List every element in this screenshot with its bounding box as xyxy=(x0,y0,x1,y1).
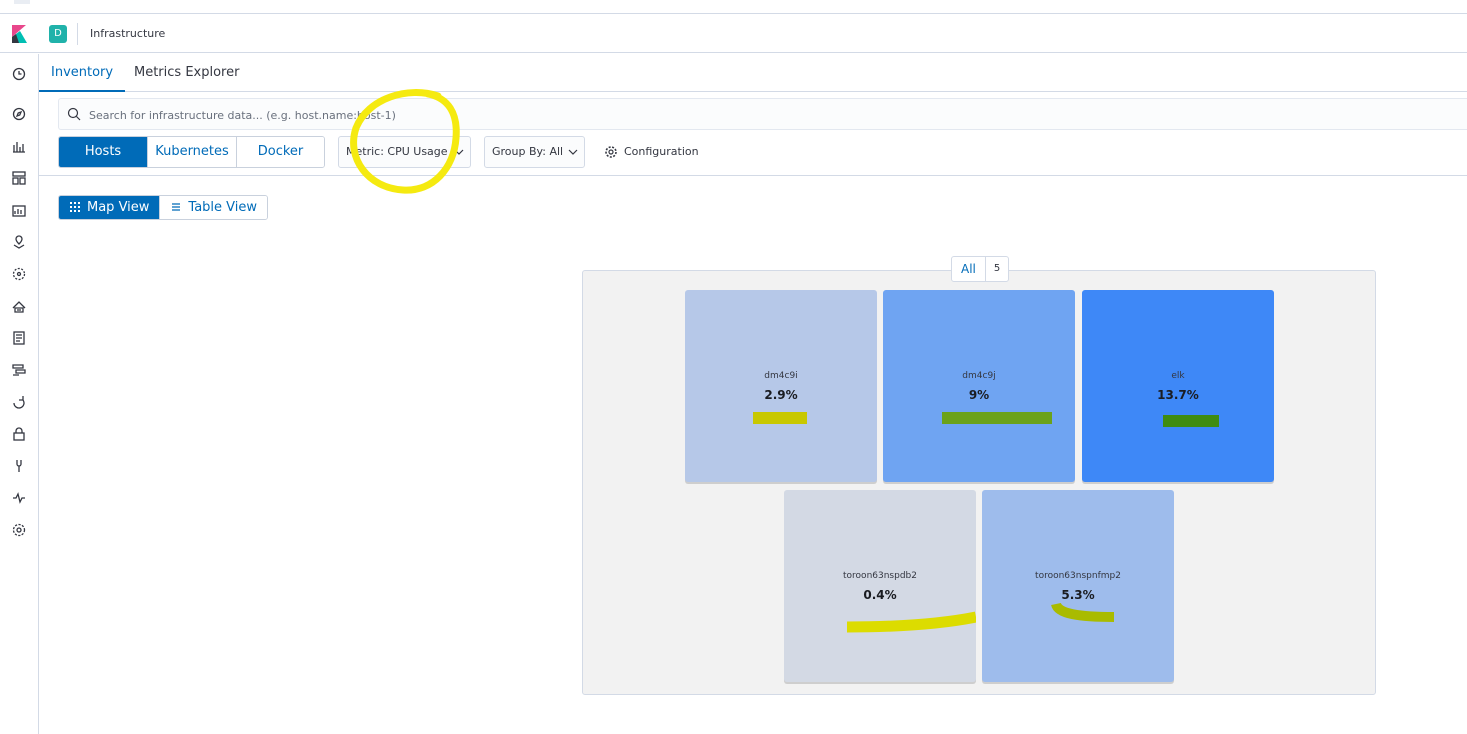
discover-icon[interactable] xyxy=(11,106,27,122)
apm-icon[interactable] xyxy=(11,362,27,378)
node-name: toroon63nspnfmp2 xyxy=(1035,571,1121,581)
node-tile[interactable]: dm4c9j 9% xyxy=(883,290,1075,482)
side-navigation xyxy=(0,54,39,734)
node-value: 5.3% xyxy=(1061,588,1095,602)
node-name: dm4c9j xyxy=(962,371,996,381)
tab-metrics-explorer[interactable]: Metrics Explorer xyxy=(122,54,251,92)
logs-icon[interactable] xyxy=(11,330,27,346)
node-name: toroon63nspdb2 xyxy=(843,571,917,581)
node-type-selector: Hosts Kubernetes Docker xyxy=(58,136,325,168)
node-sparkline xyxy=(942,412,1052,424)
node-name: dm4c9i xyxy=(764,371,798,381)
visualize-icon[interactable] xyxy=(11,138,27,154)
canvas-icon[interactable] xyxy=(11,202,27,218)
group-name: All xyxy=(952,257,986,281)
node-tile[interactable]: toroon63nspnfmp2 5.3% xyxy=(982,490,1174,682)
maps-icon[interactable] xyxy=(11,234,27,250)
group-label[interactable]: All 5 xyxy=(951,256,1010,282)
node-value: 2.9% xyxy=(764,388,798,402)
dashboard-icon[interactable] xyxy=(11,170,27,186)
hosts-button[interactable]: Hosts xyxy=(59,137,147,167)
table-view-label: Table View xyxy=(188,200,258,215)
search-bar xyxy=(58,98,1467,130)
group-by-dropdown-label: Group By: All xyxy=(492,145,564,158)
search-input[interactable] xyxy=(89,105,1449,125)
gear-icon xyxy=(605,146,617,158)
breadcrumb-title: Infrastructure xyxy=(90,27,166,40)
node-tile[interactable]: dm4c9i 2.9% xyxy=(685,290,877,482)
configuration-button[interactable]: Configuration xyxy=(604,136,699,168)
ml-icon[interactable] xyxy=(11,266,27,282)
dev-tools-icon[interactable] xyxy=(11,458,27,474)
list-icon xyxy=(172,203,181,211)
kibana-logo-icon[interactable] xyxy=(10,25,28,43)
app-header: D Infrastructure xyxy=(0,15,1467,53)
node-sparkline xyxy=(753,412,807,424)
node-value: 13.7% xyxy=(1157,388,1199,402)
browser-top-bar xyxy=(0,0,1467,14)
table-view-button[interactable]: Table View xyxy=(159,196,268,219)
map-view-label: Map View xyxy=(87,200,150,215)
siem-icon[interactable] xyxy=(11,426,27,442)
stack-monitoring-icon[interactable] xyxy=(11,490,27,506)
header-divider xyxy=(77,23,78,45)
map-view-button[interactable]: Map View xyxy=(59,196,160,219)
kubernetes-button[interactable]: Kubernetes xyxy=(147,137,236,167)
node-name: elk xyxy=(1171,371,1185,381)
tab-bar: Inventory Metrics Explorer xyxy=(39,54,1467,92)
infrastructure-icon[interactable] xyxy=(11,298,27,314)
chevron-down-icon xyxy=(568,149,578,155)
group-count: 5 xyxy=(993,263,1001,274)
node-tile[interactable]: elk 13.7% xyxy=(1082,290,1274,482)
node-sparkline xyxy=(846,611,976,633)
uptime-icon[interactable] xyxy=(11,394,27,410)
docker-button[interactable]: Docker xyxy=(236,137,324,167)
tab-inventory[interactable]: Inventory xyxy=(39,54,126,92)
grid-icon xyxy=(70,202,80,212)
chevron-down-icon xyxy=(454,149,464,155)
management-icon[interactable] xyxy=(11,522,27,538)
group-by-dropdown[interactable]: Group By: All xyxy=(484,136,585,168)
node-tile[interactable]: toroon63nspdb2 0.4% xyxy=(784,490,976,682)
node-sparkline xyxy=(1163,415,1219,427)
node-sparkline xyxy=(1051,602,1115,622)
configuration-label: Configuration xyxy=(624,145,699,158)
node-value: 0.4% xyxy=(863,588,897,602)
top-bar-stub xyxy=(14,0,30,4)
view-selector: Map View Table View xyxy=(58,195,269,220)
search-icon xyxy=(67,107,81,121)
recently-viewed-icon[interactable] xyxy=(11,66,27,82)
metric-dropdown-label: Metric: CPU Usage xyxy=(346,145,448,158)
toolbar-divider xyxy=(39,175,1467,176)
metric-dropdown[interactable]: Metric: CPU Usage xyxy=(338,136,471,168)
space-avatar[interactable]: D xyxy=(49,25,67,43)
node-value: 9% xyxy=(968,388,990,402)
